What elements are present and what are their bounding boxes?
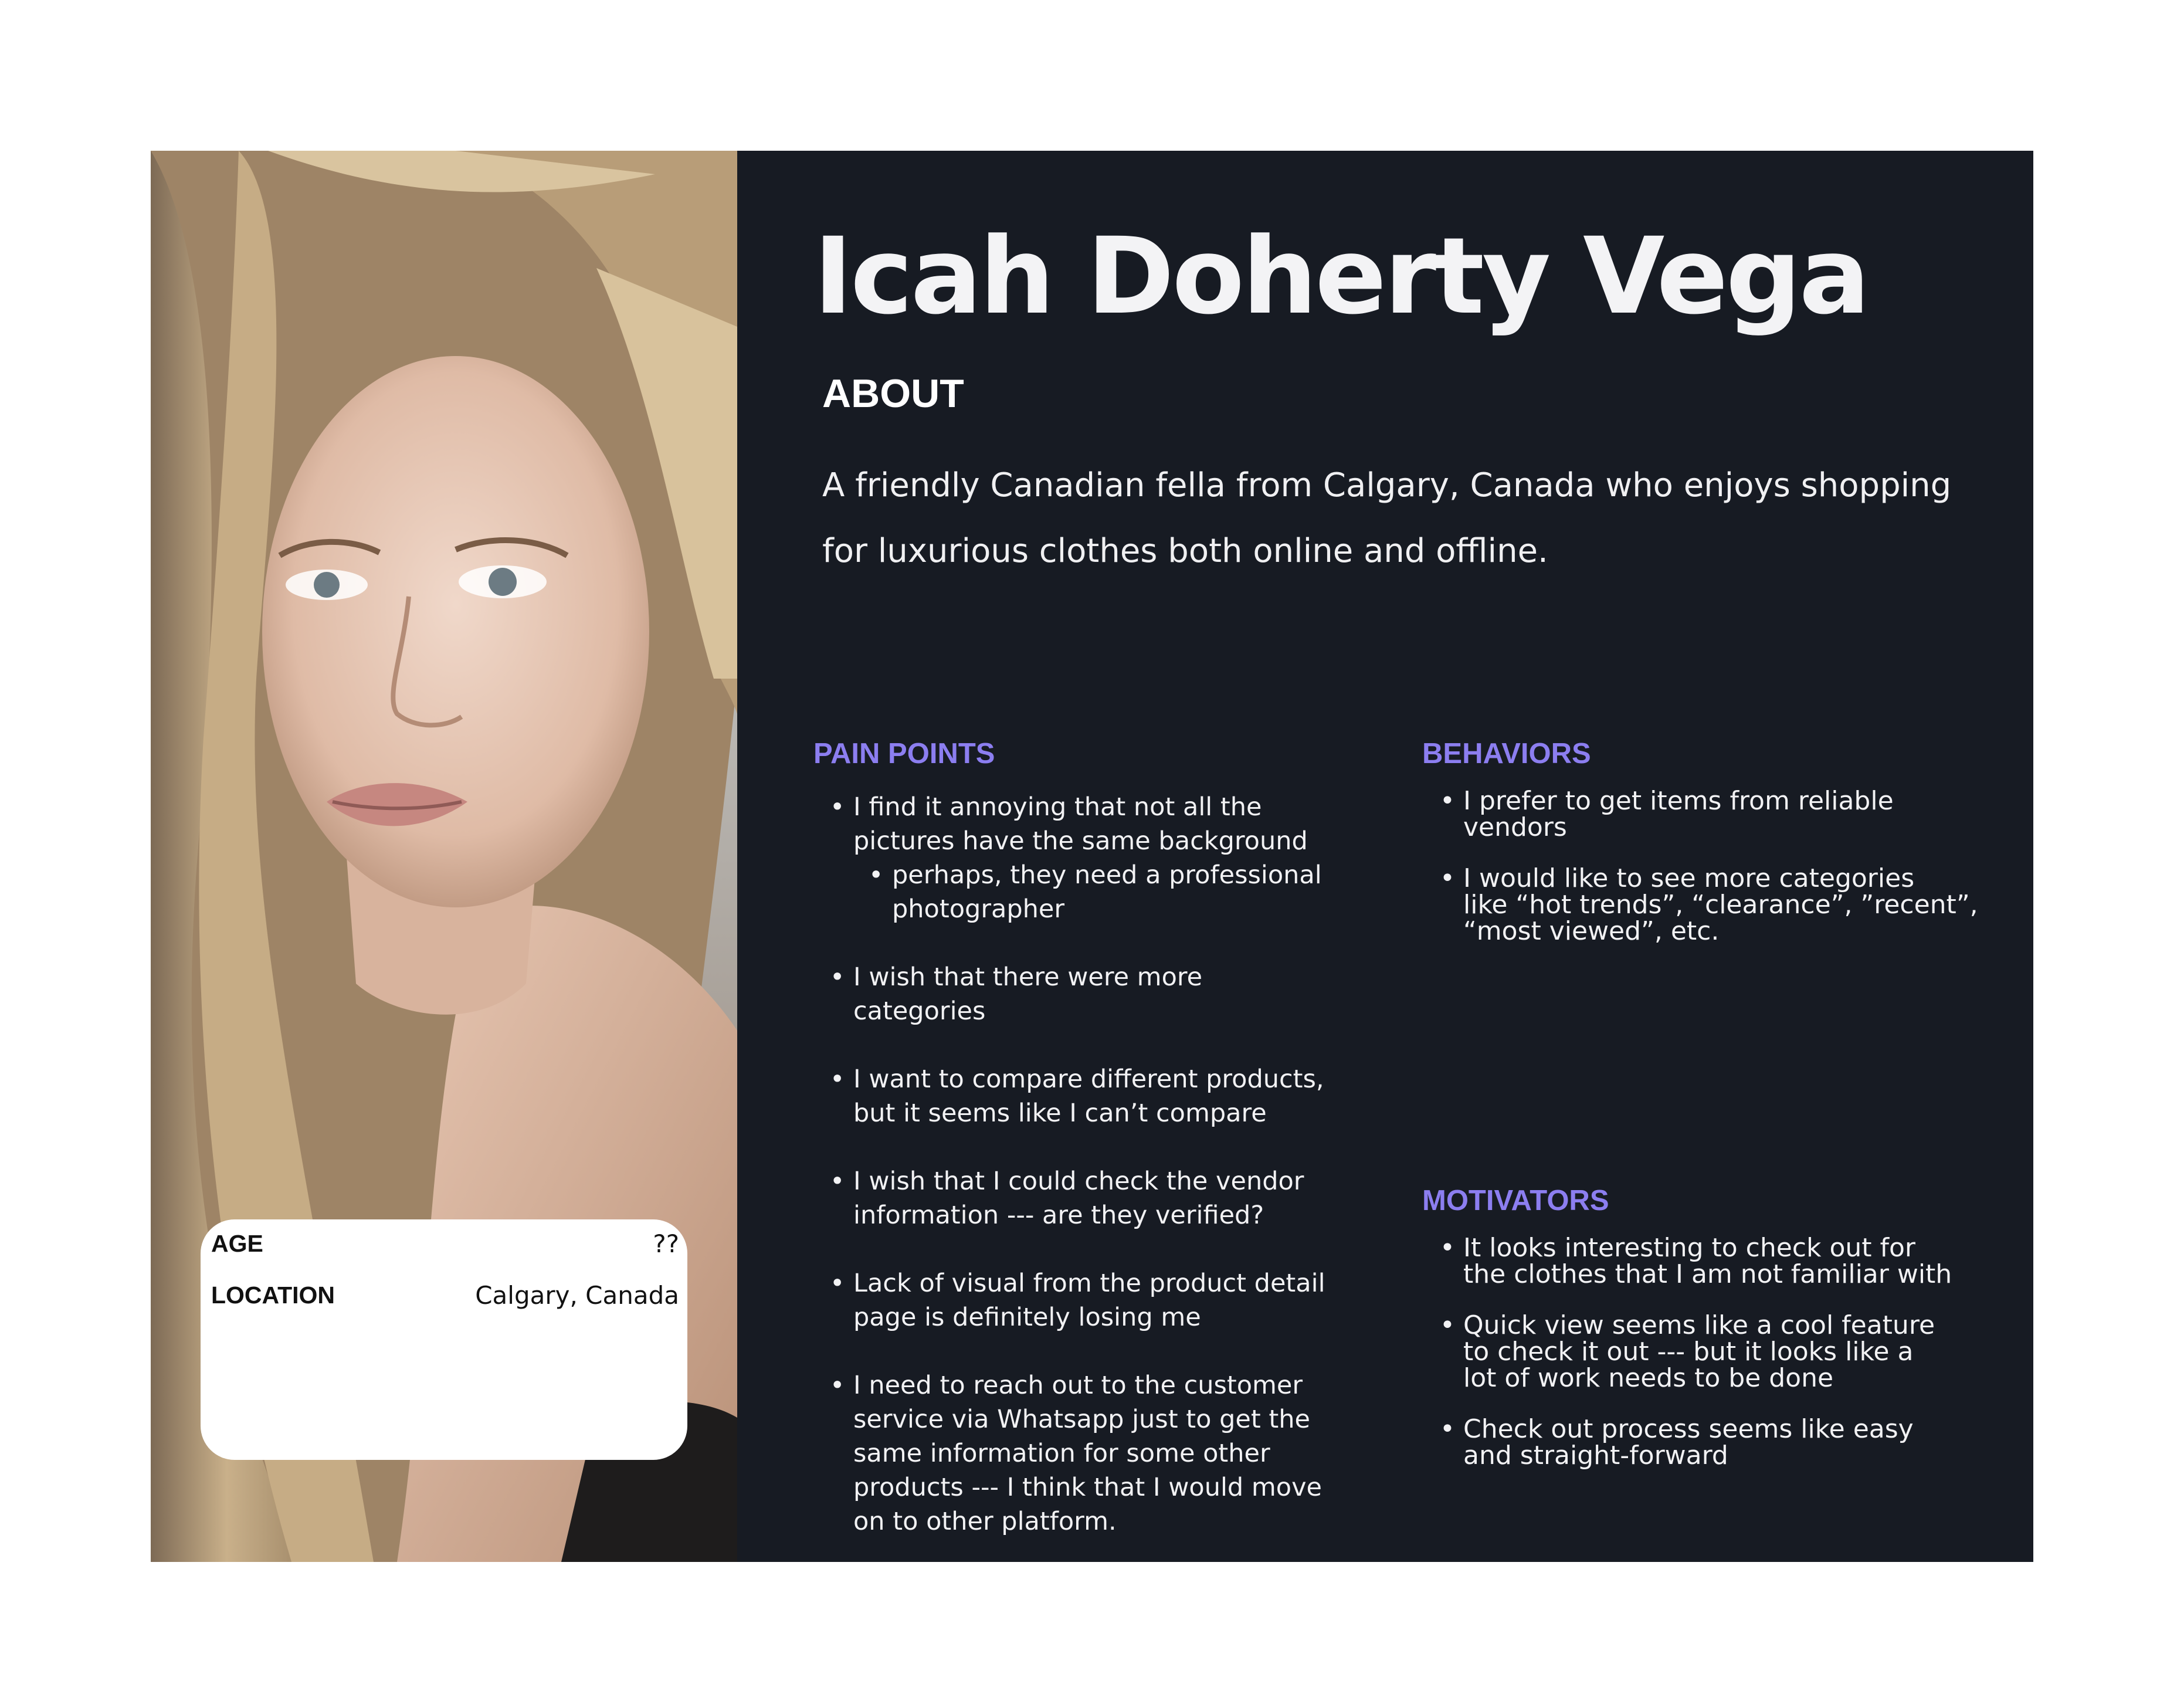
list-item: I wish that I could check the vendor inf… [830, 1164, 1369, 1232]
info-card: AGE ?? LOCATION Calgary, Canada [201, 1219, 687, 1460]
item-line: on to other platform. [853, 1507, 1117, 1536]
item-line: Lack of visual from the product detail [853, 1269, 1325, 1298]
item-line: information --- are they verified? [853, 1201, 1264, 1230]
location-value: Calgary, Canada [475, 1280, 679, 1310]
persona-content: Icah Doherty Vega ABOUT A friendly Canad… [737, 151, 2033, 1562]
about-title: ABOUT [822, 371, 964, 416]
item-line: products --- I think that I would move [853, 1473, 1322, 1502]
item-line: vendors [1463, 812, 1567, 842]
location-row: LOCATION Calgary, Canada [211, 1280, 679, 1310]
item-line: I wish that there were more [853, 963, 1203, 992]
item-line: lot of work needs to be done [1463, 1363, 1834, 1393]
motivators-list: It looks interesting to check out for th… [1440, 1233, 1979, 1470]
item-line: I prefer to get items from reliable [1463, 786, 1894, 816]
item-line: but it seems like I can’t compare [853, 1099, 1267, 1128]
sub-list: perhaps, they need a professional photog… [853, 858, 1369, 926]
persona-photo: AGE ?? LOCATION Calgary, Canada [151, 151, 737, 1562]
list-item: It looks interesting to check out for th… [1440, 1233, 1979, 1289]
list-item: Check out process seems like easy and st… [1440, 1414, 1979, 1470]
item-line: I find it annoying that not all the [853, 792, 1262, 822]
behaviors-title: BEHAVIORS [1422, 738, 1591, 770]
list-item: I would like to see more categories like… [1440, 863, 1979, 946]
list-item: Quick view seems like a cool feature to … [1440, 1310, 1979, 1393]
location-label: LOCATION [211, 1281, 335, 1309]
item-line: “most viewed”, etc. [1463, 916, 1720, 946]
item-line: and straight-forward [1463, 1441, 1728, 1470]
persona-card: AGE ?? LOCATION Calgary, Canada Icah Doh… [151, 151, 2033, 1562]
item-line: like “hot trends”, “clearance”, ”recent”… [1463, 890, 1978, 920]
motivators-title: MOTIVATORS [1422, 1185, 1609, 1216]
item-line: I would like to see more categories [1463, 863, 1915, 893]
list-item: I need to reach out to the customer serv… [830, 1368, 1369, 1538]
persona-name: Icah Doherty Vega [813, 215, 1870, 338]
item-line: to check it out --- but it looks like a [1463, 1337, 1914, 1367]
item-line: Quick view seems like a cool feature [1463, 1310, 1935, 1340]
item-line: same information for some other [853, 1439, 1270, 1468]
item-line: I wish that I could check the vendor [853, 1167, 1304, 1196]
item-line: the clothes that I am not familiar with [1463, 1259, 1952, 1289]
about-text: A friendly Canadian fella from Calgary, … [822, 453, 1966, 584]
item-line: categories [853, 997, 986, 1026]
about-line: for luxurious clothes both online and of… [822, 532, 1548, 570]
behaviors-list: I prefer to get items from reliable vend… [1440, 786, 1979, 946]
age-value: ?? [653, 1229, 679, 1258]
list-item: Lack of visual from the product detail p… [830, 1266, 1369, 1334]
list-item: I find it annoying that not all the pict… [830, 790, 1369, 926]
list-item: I wish that there were more categories [830, 960, 1369, 1028]
list-item: I want to compare different products, bu… [830, 1062, 1369, 1130]
pain-points-list: I find it annoying that not all the pict… [830, 790, 1369, 1538]
item-line: I want to compare different products, [853, 1065, 1324, 1094]
list-item: perhaps, they need a professional photog… [869, 858, 1369, 926]
pain-points-title: PAIN POINTS [813, 738, 995, 770]
about-line: A friendly Canadian fella from Calgary, … [822, 466, 1952, 504]
item-line: page is definitely losing me [853, 1303, 1201, 1332]
item-line: service via Whatsapp just to get the [853, 1405, 1310, 1434]
item-line: perhaps, they need a professional [892, 860, 1322, 890]
item-line: I need to reach out to the customer [853, 1371, 1303, 1400]
age-label: AGE [211, 1229, 263, 1257]
item-line: pictures have the same background [853, 826, 1308, 856]
item-line: Check out process seems like easy [1463, 1414, 1914, 1444]
item-line: photographer [892, 894, 1065, 924]
item-line: It looks interesting to check out for [1463, 1233, 1916, 1263]
age-row: AGE ?? [211, 1229, 679, 1258]
list-item: I prefer to get items from reliable vend… [1440, 786, 1979, 842]
